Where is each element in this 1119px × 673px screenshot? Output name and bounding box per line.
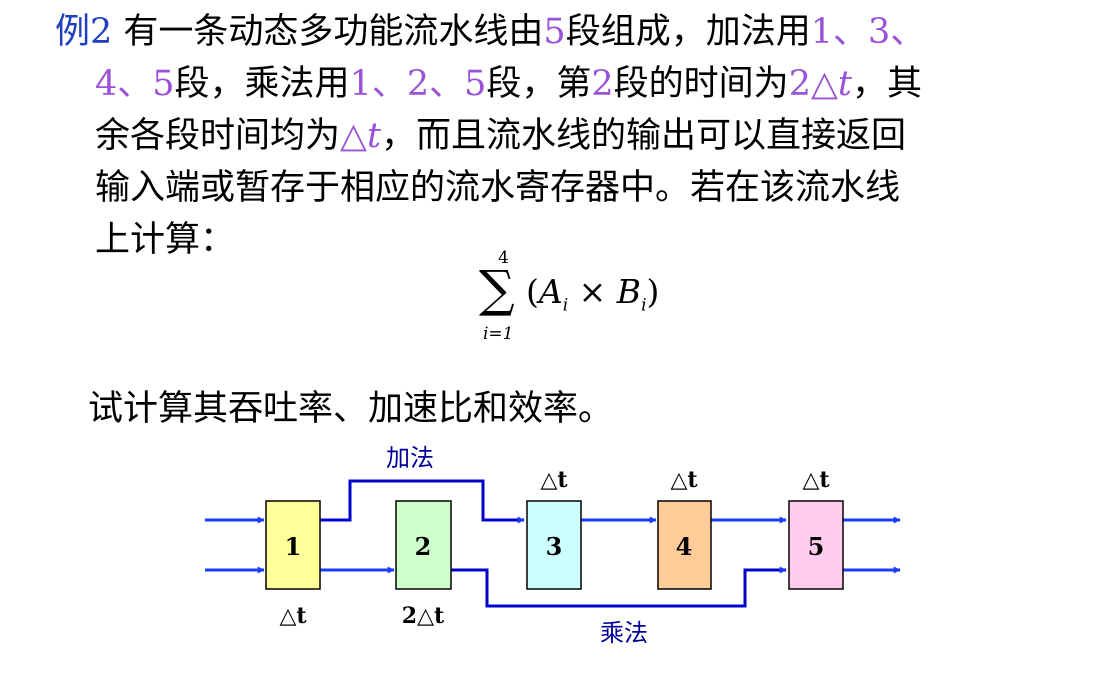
stage-number-2: 2 bbox=[415, 532, 432, 561]
mul-path-2-to-5 bbox=[451, 566, 787, 608]
mul-path-label: 乘法 bbox=[600, 619, 648, 647]
stage-time-4: △t bbox=[670, 467, 698, 493]
stage-time-5: △t bbox=[802, 467, 830, 493]
stage-time-2: 2△t bbox=[402, 603, 445, 629]
stage-number-4: 4 bbox=[676, 532, 693, 561]
stage-number-3: 3 bbox=[546, 532, 563, 561]
stage-time-1: △t bbox=[279, 603, 307, 629]
pipeline-diagram: 1 2 3 4 5 △t 2△t △t △t △t 加法 乘法 bbox=[205, 444, 901, 647]
stage-number-5: 5 bbox=[808, 532, 825, 561]
stage-number-1: 1 bbox=[285, 532, 302, 561]
stage-time-3: △t bbox=[540, 467, 568, 493]
add-path-label: 加法 bbox=[386, 444, 434, 472]
